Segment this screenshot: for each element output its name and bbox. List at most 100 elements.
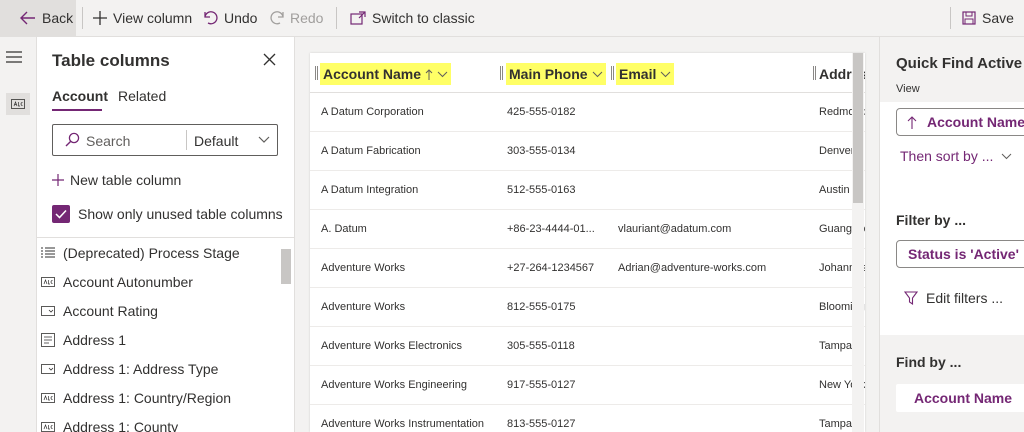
list-item[interactable]: Address 1: County [41,412,178,432]
list-item-label: Account Rating [63,302,158,319]
view-column-label: View column [113,10,193,26]
cell-account-name: Adventure Works [321,262,406,274]
show-unused-label: Show only unused table columns [78,206,283,222]
find-by-account-name[interactable]: Account Name [896,384,1024,412]
chevron-down-icon[interactable] [592,70,603,78]
then-sort-label: Then sort by ... [900,148,994,164]
list-item-label: Address 1 [63,331,127,348]
table-row[interactable]: Adventure Works Engineering 917-555-0127… [310,366,865,405]
checkmark-icon [55,209,67,219]
column-grip-icon[interactable] [611,66,614,80]
tab-account[interactable]: Account [52,88,108,104]
search-divider [186,130,187,150]
redo-button[interactable]: Redo [270,0,323,36]
filter-status-active[interactable]: Status is 'Active' [896,240,1024,268]
cell-main-phone: 917-555-0127 [507,379,576,391]
text-field-icon [41,392,55,403]
list-item-label: Address 1: Country/Region [63,389,232,406]
view-grid: Account Name Main Phone Email Addr A Dat… [310,53,865,432]
filter-by-label: Filter by ... [896,212,967,228]
hamburger-menu-icon[interactable] [6,51,22,63]
cell-account-name: A. Datum [321,223,367,235]
list-item[interactable]: Account Rating [41,296,158,325]
toolbar-divider [336,7,337,29]
redo-label: Redo [290,10,324,26]
edit-filters-button[interactable]: Edit filters ... [904,290,1003,306]
grid-header: Account Name Main Phone Email Addr [310,53,865,93]
column-header-label: Account Name [323,66,422,82]
checkbox-checked[interactable] [52,205,70,223]
list-item-label: Address 1: County [63,418,179,432]
column-grip-icon[interactable] [500,66,503,80]
column-grip-icon[interactable] [813,66,816,80]
multiline-text-icon [41,332,55,347]
text-field-icon [41,276,55,287]
save-button[interactable]: Save [962,0,1014,36]
table-row[interactable]: Adventure Works 812-555-0175 Blooming [310,288,865,327]
grid-area: Account Name Main Phone Email Addr A Dat… [295,37,879,432]
table-row[interactable]: A. Datum +86-23-4444-01... vlauriant@ada… [310,210,865,249]
sort-field-label: Account Name [927,114,1024,130]
list-item[interactable]: Account Autonumber [41,267,193,296]
arrow-left-icon [20,11,36,25]
table-row[interactable]: Adventure Works +27-264-1234567 Adrian@a… [310,249,865,288]
table-row[interactable]: A Datum Corporation 425-555-0182 Redmond [310,93,865,132]
grid-scrollbar[interactable] [852,53,864,432]
filter-icon [904,291,918,305]
column-grip-icon[interactable] [315,66,318,80]
new-table-column-button[interactable]: New table column [52,172,181,188]
sort-by-account-name[interactable]: Account Name [896,108,1024,136]
chevron-down-icon[interactable] [660,70,671,78]
left-rail [0,37,37,432]
panel-title: Table columns [52,51,170,70]
undo-label: Undo [224,10,258,26]
chevron-down-icon[interactable] [258,133,270,145]
close-icon[interactable] [263,53,276,66]
tab-related[interactable]: Related [118,88,166,104]
column-list-scrollbar[interactable] [281,249,291,284]
list-item[interactable]: (Deprecated) Process Stage [41,238,240,267]
column-header-email[interactable]: Email [616,63,675,85]
column-header-account-name[interactable]: Account Name [320,63,452,85]
grid-scrollbar-thumb[interactable] [853,53,863,203]
switch-classic-label: Switch to classic [372,10,475,26]
then-sort-by-button[interactable]: Then sort by ... [900,148,1012,164]
list-item-label: (Deprecated) Process Stage [63,244,240,261]
cell-main-phone: 512-555-0163 [507,184,576,196]
cell-account-name: Adventure Works Instrumentation [321,418,485,430]
switch-to-classic-button[interactable]: Switch to classic [350,0,475,36]
choice-field-icon [41,363,55,374]
column-filter-dropdown[interactable]: Default [194,133,238,149]
view-properties-panel: Quick Find Active A View Account Name Th… [879,37,1024,432]
search-columns-box[interactable]: Search Default [52,124,278,156]
edit-filters-label: Edit filters ... [926,290,1004,306]
list-item-label: Account Autonumber [63,273,193,290]
cell-account-name: A Datum Corporation [321,106,424,118]
sort-section: Account Name Then sort by ... [880,102,1024,210]
save-icon [962,11,976,25]
cell-main-phone: 812-555-0175 [507,301,576,313]
undo-button[interactable]: Undo [204,0,257,36]
list-item-label: Address 1: Address Type [63,360,219,377]
search-input[interactable]: Search [86,133,130,149]
cell-main-phone: 813-555-0127 [507,418,576,430]
back-button[interactable]: Back [0,0,76,36]
list-item[interactable]: Address 1: Address Type [41,354,218,383]
table-row[interactable]: A Datum Integration 512-555-0163 Austin [310,171,865,210]
command-bar: Back View column Undo Redo Switch to cla… [0,0,1024,37]
find-by-label: Find by ... [896,354,962,370]
table-row[interactable]: Adventure Works Instrumentation 813-555-… [310,405,865,432]
column-list: (Deprecated) Process Stage Account Auton… [37,238,295,432]
active-tab-indicator [52,109,102,111]
open-external-icon [350,11,366,25]
table-columns-rail-button[interactable] [6,93,30,115]
list-item[interactable]: Address 1 [41,325,126,354]
show-unused-toggle[interactable]: Show only unused table columns [52,205,283,223]
view-column-button[interactable]: View column [93,0,192,36]
column-header-main-phone[interactable]: Main Phone [506,63,606,85]
chevron-down-icon[interactable] [437,70,448,78]
list-item[interactable]: Address 1: Country/Region [41,383,231,412]
table-row[interactable]: A Datum Fabrication 303-555-0134 Denver [310,132,865,171]
table-row[interactable]: Adventure Works Electronics 305-555-0118… [310,327,865,366]
text-field-icon [41,421,55,432]
